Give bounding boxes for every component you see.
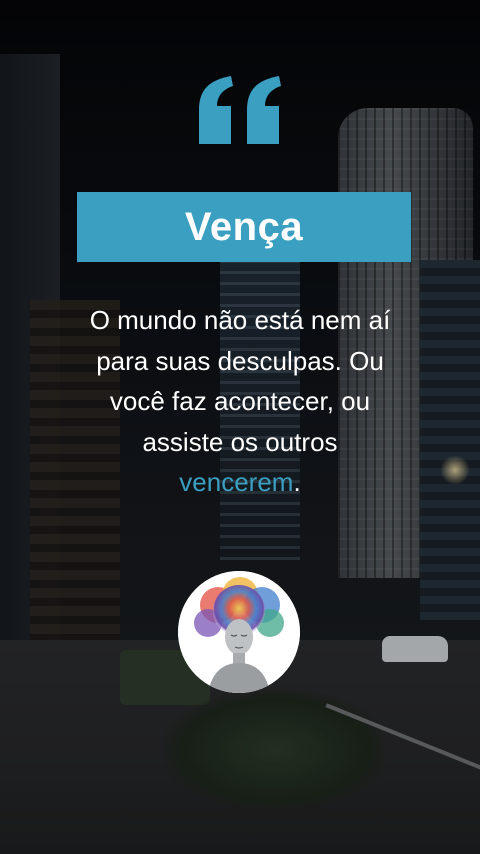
avatar <box>178 571 300 693</box>
quote-body: O mundo não está nem aí para suas descul… <box>40 300 440 503</box>
highlight-word: vencerem <box>179 467 294 497</box>
quote-line: O mundo não está nem aí <box>89 305 391 335</box>
title-text: Vença <box>184 204 304 249</box>
avatar-colorful-brain-woman-icon <box>178 571 300 693</box>
title-banner: Vença <box>77 192 411 262</box>
quote-line-last: vencerem. <box>40 462 440 503</box>
quote-line: você faz acontecer, ou <box>109 386 371 416</box>
trailing-punct: . <box>293 467 301 497</box>
quote-line: assiste os outros <box>142 426 338 457</box>
quote-line: para suas desculpas. Ou <box>96 345 384 376</box>
quote-icon <box>199 76 281 144</box>
